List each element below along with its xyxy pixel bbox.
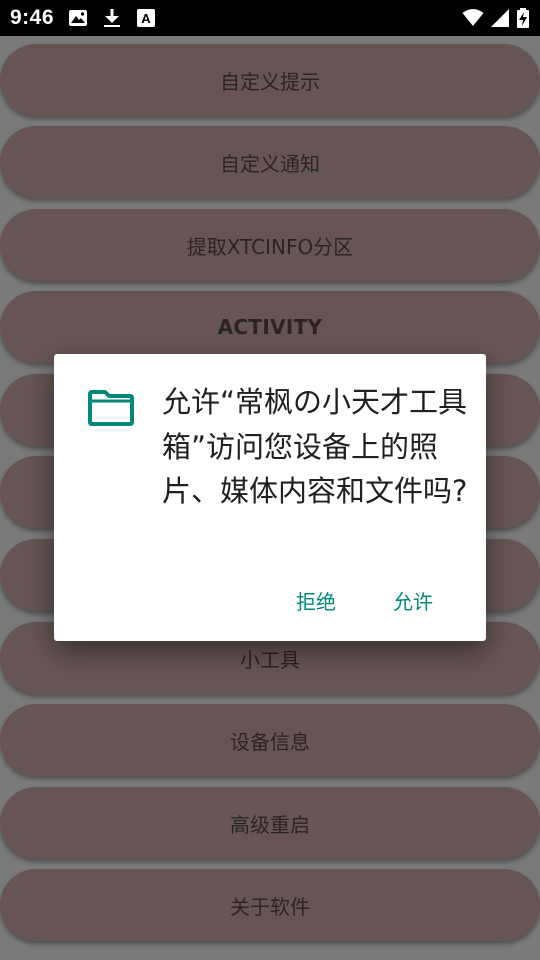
folder-icon xyxy=(88,388,134,428)
permission-dialog: 允许“常枫の小天才工具箱”访问您设备上的照片、媒体内容和文件吗? 拒绝 允许 xyxy=(54,354,486,641)
battery-charging-icon xyxy=(516,8,530,28)
menu-button-label: ACTIVITY xyxy=(217,315,323,339)
svg-text:A: A xyxy=(141,11,151,26)
menu-button-label: 提取XTCINFO分区 xyxy=(186,234,354,259)
menu-button-activity[interactable]: ACTIVITY xyxy=(0,291,540,363)
menu-button-custom-notification[interactable]: 自定义通知 xyxy=(0,126,540,198)
allow-button[interactable]: 允许 xyxy=(385,582,441,618)
deny-button[interactable]: 拒绝 xyxy=(288,582,344,618)
menu-button-label: 自定义提示 xyxy=(220,69,320,94)
status-bar: 9:46 A xyxy=(0,0,540,36)
menu-button-label: 关于软件 xyxy=(230,894,310,919)
signal-icon xyxy=(490,8,510,28)
menu-button-label: 小工具 xyxy=(240,647,300,672)
wifi-icon xyxy=(462,8,484,28)
font-a-icon: A xyxy=(136,8,156,28)
status-time: 9:46 xyxy=(10,6,55,29)
menu-button-extract-xtcinfo[interactable]: 提取XTCINFO分区 xyxy=(0,209,540,281)
menu-button-label: 自定义通知 xyxy=(220,151,320,176)
menu-button-label: 高级重启 xyxy=(230,812,310,837)
dialog-message: 允许“常枫の小天才工具箱”访问您设备上的照片、媒体内容和文件吗? xyxy=(162,385,468,508)
image-icon xyxy=(68,8,88,28)
menu-button-device-info[interactable]: 设备信息 xyxy=(0,704,540,776)
menu-button-advanced-reboot[interactable]: 高级重启 xyxy=(0,787,540,859)
menu-button-custom-tip[interactable]: 自定义提示 xyxy=(0,44,540,116)
menu-button-about[interactable]: 关于软件 xyxy=(0,869,540,941)
menu-button-label: 设备信息 xyxy=(230,729,310,754)
download-icon xyxy=(102,8,122,28)
